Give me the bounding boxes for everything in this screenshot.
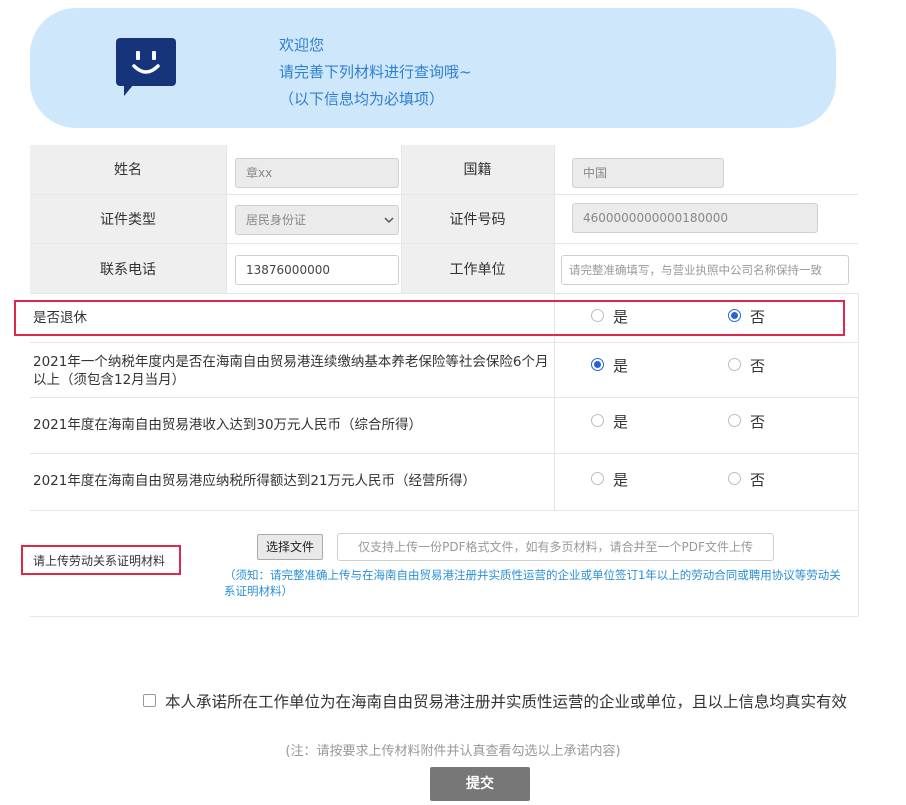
name-field[interactable]: 章xx	[235, 158, 399, 188]
insurance-yes-label: 是	[613, 355, 628, 376]
divider	[30, 293, 858, 294]
choose-file-button[interactable]: 选择文件	[257, 534, 323, 560]
id-number-field[interactable]: 4600000000000180000	[572, 203, 818, 233]
divider	[226, 145, 227, 293]
employer-field[interactable]: 请完整准确填写，与营业执照中公司名称保持一致	[561, 255, 849, 285]
divider	[30, 397, 858, 398]
phone-field[interactable]: 13876000000	[235, 255, 399, 285]
divider	[30, 510, 858, 511]
taxable-yes-radio[interactable]	[591, 472, 604, 485]
divider	[30, 194, 858, 195]
nationality-label: 国籍	[401, 159, 554, 179]
promise-checkbox[interactable]	[143, 694, 156, 707]
income-yes-label: 是	[613, 411, 628, 432]
highlight-box	[14, 300, 845, 336]
question-income: 2021年度在海南自由贸易港收入达到30万元人民币（综合所得）	[33, 416, 422, 434]
phone-label: 联系电话	[30, 259, 226, 279]
taxable-yes-label: 是	[613, 469, 628, 490]
upload-note: （须知：请完整准确上传与在海南自由贸易港注册并实质性运营的企业或单位签订1年以上…	[224, 567, 844, 599]
insurance-yes-radio[interactable]	[591, 358, 604, 371]
submit-button[interactable]: 提交	[430, 767, 530, 801]
banner-instruction: 请完善下列材料进行查询哦~	[279, 59, 472, 86]
divider	[30, 453, 858, 454]
id-type-select[interactable]: 居民身份证	[235, 205, 399, 235]
divider	[30, 342, 858, 343]
income-no-label: 否	[750, 411, 765, 432]
chat-smile-icon	[116, 38, 176, 100]
income-yes-radio[interactable]	[591, 414, 604, 427]
divider	[30, 616, 858, 617]
taxable-no-radio[interactable]	[728, 472, 741, 485]
welcome-banner: 欢迎您 请完善下列材料进行查询哦~ （以下信息均为必填项）	[30, 8, 836, 128]
footer-note: (注：请按要求上传材料附件并认真查看勾选以上承诺内容)	[0, 740, 906, 759]
banner-required-note: （以下信息均为必填项）	[279, 86, 472, 113]
divider	[30, 243, 858, 244]
divider	[401, 145, 402, 293]
question-taxable-income: 2021年度在海南自由贸易港应纳税所得额达到21万元人民币（经营所得）	[33, 472, 476, 490]
question-social-insurance: 2021年一个纳税年度内是否在海南自由贸易港连续缴纳基本养老保险等社会保险6个月…	[33, 353, 553, 389]
id-type-value: 居民身份证	[246, 213, 306, 227]
insurance-no-label: 否	[750, 355, 765, 376]
banner-welcome: 欢迎您	[279, 32, 472, 59]
upload-label: 请上传劳动关系证明材料	[33, 552, 165, 570]
nationality-field[interactable]: 中国	[572, 158, 724, 188]
divider	[858, 293, 859, 616]
taxable-no-label: 否	[750, 469, 765, 490]
employer-label: 工作单位	[401, 259, 554, 279]
insurance-no-radio[interactable]	[728, 358, 741, 371]
id-number-label: 证件号码	[401, 209, 554, 229]
divider	[554, 145, 555, 293]
file-upload-input[interactable]: 仅支持上传一份PDF格式文件，如有多页材料，请合并至一个PDF文件上传	[337, 533, 774, 561]
chevron-down-icon	[384, 215, 394, 225]
promise-text[interactable]: 本人承诺所在工作单位为在海南自由贸易港注册并实质性运营的企业或单位，且以上信息均…	[165, 690, 847, 712]
income-no-radio[interactable]	[728, 414, 741, 427]
id-type-label: 证件类型	[30, 209, 226, 229]
name-label: 姓名	[30, 159, 226, 179]
